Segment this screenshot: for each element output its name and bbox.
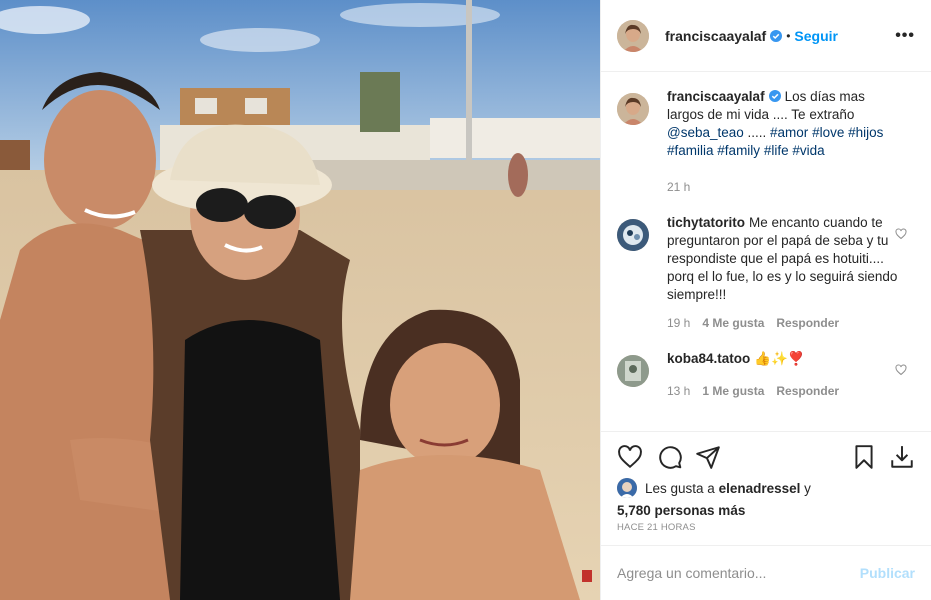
comment-likes[interactable]: 4 Me gusta xyxy=(702,316,764,330)
likes-prefix: Les gusta a xyxy=(645,481,719,496)
commenter-avatar[interactable] xyxy=(617,219,649,251)
commenter-avatar[interactable] xyxy=(617,355,649,387)
comment-username[interactable]: koba84.tatoo xyxy=(667,351,750,366)
action-bar xyxy=(601,432,931,482)
separator-dot: • xyxy=(786,28,791,43)
caption-time[interactable]: 21 h xyxy=(667,180,690,194)
comments-list[interactable]: franciscaayalaf Los días mas largos de mi… xyxy=(601,72,931,432)
hashtag-link[interactable]: #familia xyxy=(667,143,714,158)
caption-meta: 21 h xyxy=(667,180,899,194)
comment-meta: 19 h 4 Me gusta Responder xyxy=(667,316,899,330)
liker-avatar[interactable] xyxy=(617,478,637,498)
comment-time[interactable]: 19 h xyxy=(667,316,690,330)
caption: franciscaayalaf Los días mas largos de mi… xyxy=(617,88,915,194)
post-header: franciscaayalaf • Seguir ••• xyxy=(601,0,931,72)
caption-avatar[interactable] xyxy=(617,93,649,125)
verified-icon xyxy=(770,29,783,42)
hashtag-link[interactable]: #vida xyxy=(792,143,824,158)
add-comment-bar: Publicar xyxy=(601,545,931,600)
verified-icon xyxy=(768,90,781,102)
follow-button[interactable]: Seguir xyxy=(794,28,838,44)
post-comment-button[interactable]: Publicar xyxy=(860,565,915,581)
post-timestamp[interactable]: HACE 21 HORAS xyxy=(617,522,696,533)
reply-button[interactable]: Responder xyxy=(776,316,839,330)
liker-username[interactable]: elenadressel xyxy=(719,481,801,496)
comment-input[interactable] xyxy=(617,565,860,581)
comment-meta: 13 h 1 Me gusta Responder xyxy=(667,384,899,398)
caption-username[interactable]: franciscaayalaf xyxy=(667,89,765,104)
hashtag-link[interactable]: #amor xyxy=(770,125,808,140)
hashtag-link[interactable]: #love xyxy=(812,125,844,140)
family-beach-photo xyxy=(0,0,600,600)
reply-button[interactable]: Responder xyxy=(776,384,839,398)
hashtag-link[interactable]: #hijos xyxy=(848,125,883,140)
likes-count[interactable]: 5,780 personas más xyxy=(617,503,915,518)
author-avatar[interactable] xyxy=(617,19,649,52)
likes-suffix: y xyxy=(800,481,811,496)
share-icon[interactable] xyxy=(695,444,721,470)
comment-text: tichytatorito Me encanto cuando te pregun… xyxy=(667,214,899,304)
comment-text: koba84.tatoo 👍✨❣️ xyxy=(667,350,899,368)
mention-link[interactable]: @seba_teao xyxy=(667,125,744,140)
save-icon[interactable] xyxy=(851,444,877,470)
more-options-icon[interactable]: ••• xyxy=(895,27,915,45)
comment-body: 👍✨❣️ xyxy=(754,351,805,366)
comment-username[interactable]: tichytatorito xyxy=(667,215,745,230)
comment-icon[interactable] xyxy=(657,444,683,470)
download-icon[interactable] xyxy=(889,444,915,470)
likes-summary: Les gusta a elenadressel y 5,780 persona… xyxy=(617,478,915,518)
heart-icon[interactable] xyxy=(895,364,907,376)
comment-likes[interactable]: 1 Me gusta xyxy=(702,384,764,398)
comment-item: koba84.tatoo 👍✨❣️ 13 h 1 Me gusta Respond… xyxy=(617,350,915,398)
post-photo[interactable] xyxy=(0,0,600,600)
heart-icon[interactable] xyxy=(617,444,643,470)
caption-text-b: ..... xyxy=(743,125,771,140)
comment-item: tichytatorito Me encanto cuando te pregun… xyxy=(617,214,915,330)
hashtag-link[interactable]: #life xyxy=(764,143,789,158)
author-username[interactable]: franciscaayalaf xyxy=(665,28,766,44)
comment-time[interactable]: 13 h xyxy=(667,384,690,398)
heart-icon[interactable] xyxy=(895,228,907,240)
post-side-panel: franciscaayalaf • Seguir ••• franciscaay… xyxy=(600,0,931,600)
hashtag-link[interactable]: #family xyxy=(717,143,760,158)
caption-text: franciscaayalaf Los días mas largos de mi… xyxy=(667,88,899,160)
